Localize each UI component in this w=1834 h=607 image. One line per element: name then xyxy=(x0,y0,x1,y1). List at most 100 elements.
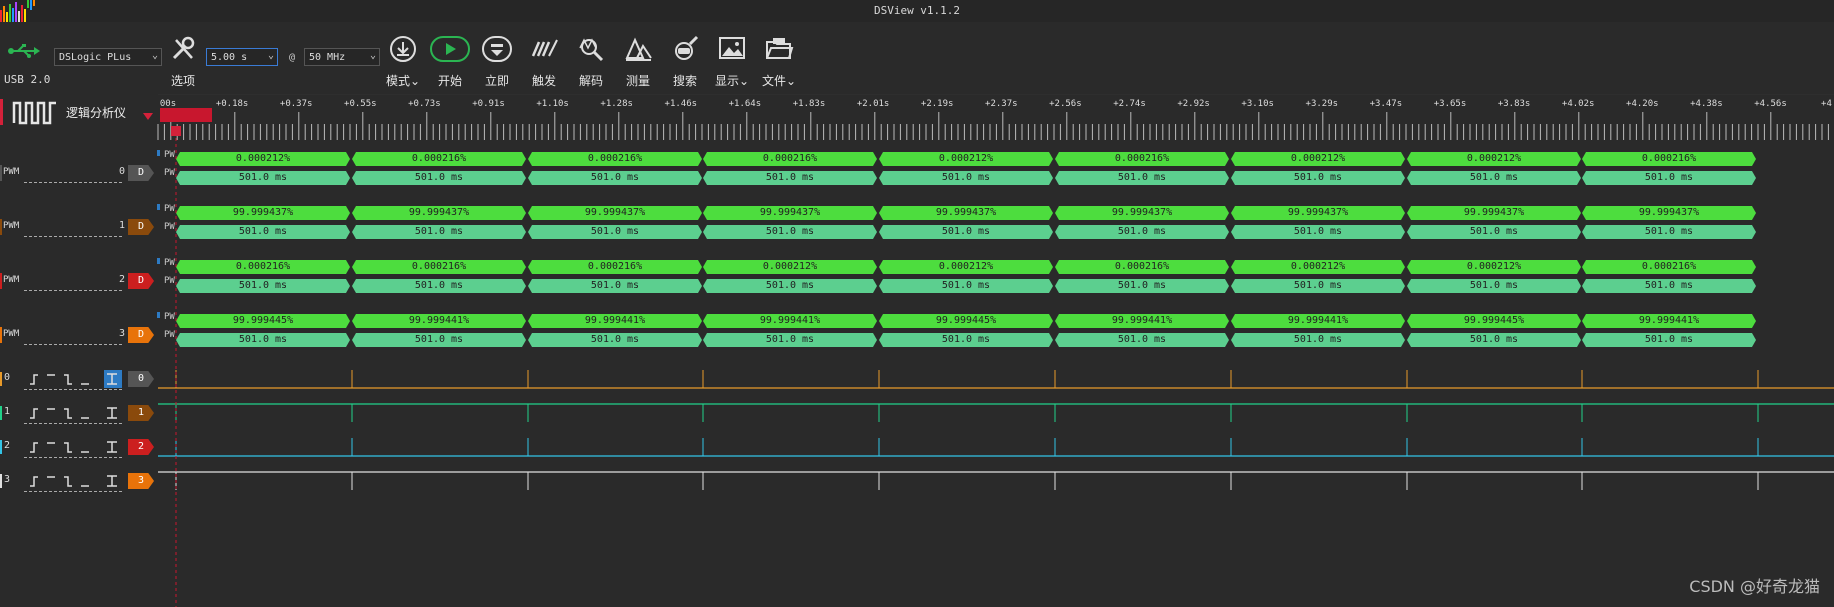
duration-select[interactable]: 5.00 s ⌄ xyxy=(206,48,278,66)
period-segment[interactable]: 501.0 ms xyxy=(879,171,1053,185)
duty-cycle-segment[interactable]: 0.000216% xyxy=(1582,152,1756,166)
duty-cycle-segment[interactable]: 99.999437% xyxy=(1231,206,1405,220)
search-button[interactable]: 搜索 xyxy=(660,30,710,90)
duty-cycle-segment[interactable]: 99.999437% xyxy=(879,206,1053,220)
duty-cycle-segment[interactable]: 99.999437% xyxy=(1582,206,1756,220)
duty-cycle-segment[interactable]: 0.000216% xyxy=(1582,260,1756,274)
period-segment[interactable]: 501.0 ms xyxy=(176,225,350,239)
duty-cycle-segment[interactable]: 99.999437% xyxy=(528,206,702,220)
duty-cycle-segment[interactable]: 99.999441% xyxy=(703,314,877,328)
duty-cycle-segment[interactable]: 0.000212% xyxy=(879,152,1053,166)
options-label: 选项 xyxy=(170,74,195,88)
period-segment[interactable]: 501.0 ms xyxy=(176,171,350,185)
search-label: 搜索 xyxy=(672,74,697,88)
trigger-marker[interactable] xyxy=(160,108,212,122)
period-segment[interactable]: 501.0 ms xyxy=(1231,171,1405,185)
duty-cycle-segment[interactable]: 0.000216% xyxy=(352,152,526,166)
period-segment[interactable]: 501.0 ms xyxy=(176,279,350,293)
duty-cycle-segment[interactable]: 0.000216% xyxy=(1055,152,1229,166)
period-segment[interactable]: 501.0 ms xyxy=(1231,333,1405,347)
duty-cycle-segment[interactable]: 99.999441% xyxy=(528,314,702,328)
period-segment[interactable]: 501.0 ms xyxy=(1407,171,1581,185)
duty-cycle-segment[interactable]: 0.000212% xyxy=(1231,260,1405,274)
folder-icon xyxy=(766,38,794,59)
decoder-label: PWM xyxy=(3,275,20,285)
period-segment[interactable]: 501.0 ms xyxy=(528,279,702,293)
decoder-index: 2 xyxy=(119,274,126,285)
duty-cycle-segment[interactable]: 0.000212% xyxy=(879,260,1053,274)
trigger-button[interactable]: 触发 xyxy=(519,30,569,90)
duty-cycle-segment[interactable]: 0.000212% xyxy=(176,152,350,166)
duty-cycle-segment[interactable]: 99.999437% xyxy=(1055,206,1229,220)
period-segment[interactable]: 501.0 ms xyxy=(1231,225,1405,239)
duty-cycle-segment[interactable]: 99.999437% xyxy=(1407,206,1581,220)
decode-button[interactable]: 解码 xyxy=(566,30,616,90)
duty-cycle-segment[interactable]: 99.999441% xyxy=(1582,314,1756,328)
decoder-color-bar xyxy=(0,273,2,289)
file-button[interactable]: 文件⌄ xyxy=(754,30,804,90)
decoder-row-label: PW xyxy=(164,168,175,178)
period-segment[interactable]: 501.0 ms xyxy=(879,333,1053,347)
period-segment[interactable]: 501.0 ms xyxy=(879,225,1053,239)
duty-cycle-segment[interactable]: 99.999441% xyxy=(1231,314,1405,328)
period-segment[interactable]: 501.0 ms xyxy=(703,279,877,293)
usb-status-label: USB 2.0 xyxy=(4,73,51,86)
period-segment[interactable]: 501.0 ms xyxy=(1055,279,1229,293)
duty-cycle-segment[interactable]: 99.999437% xyxy=(352,206,526,220)
duty-cycle-segment[interactable]: 99.999445% xyxy=(879,314,1053,328)
period-segment[interactable]: 501.0 ms xyxy=(528,171,702,185)
period-segment[interactable]: 501.0 ms xyxy=(1055,333,1229,347)
duty-cycle-segment[interactable]: 99.999437% xyxy=(176,206,350,220)
period-segment[interactable]: 501.0 ms xyxy=(879,279,1053,293)
instant-button[interactable]: 立即 xyxy=(472,30,522,90)
duty-cycle-segment[interactable]: 0.000216% xyxy=(352,260,526,274)
channel-index: 2 xyxy=(4,440,11,451)
decoder-color-bar xyxy=(0,219,2,235)
duty-cycle-segment[interactable]: 0.000212% xyxy=(1407,152,1581,166)
duty-cycle-segment[interactable]: 0.000216% xyxy=(528,152,702,166)
period-segment[interactable]: 501.0 ms xyxy=(1582,279,1756,293)
duty-cycle-segment[interactable]: 99.999445% xyxy=(176,314,350,328)
duty-cycle-segment[interactable]: 99.999437% xyxy=(703,206,877,220)
period-segment[interactable]: 501.0 ms xyxy=(1055,171,1229,185)
duty-cycle-segment[interactable]: 99.999445% xyxy=(1407,314,1581,328)
channel-dash xyxy=(24,423,122,424)
duty-cycle-segment[interactable]: 0.000216% xyxy=(1055,260,1229,274)
period-segment[interactable]: 501.0 ms xyxy=(703,333,877,347)
samplerate-select[interactable]: 50 MHz ⌄ xyxy=(304,48,380,66)
duty-cycle-segment[interactable]: 0.000216% xyxy=(703,152,877,166)
period-segment[interactable]: 501.0 ms xyxy=(176,333,350,347)
period-segment[interactable]: 501.0 ms xyxy=(352,171,526,185)
period-segment[interactable]: 501.0 ms xyxy=(1582,171,1756,185)
period-segment[interactable]: 501.0 ms xyxy=(528,333,702,347)
period-segment[interactable]: 501.0 ms xyxy=(1407,333,1581,347)
duty-cycle-segment[interactable]: 0.000216% xyxy=(528,260,702,274)
duty-cycle-segment[interactable]: 0.000212% xyxy=(703,260,877,274)
period-segment[interactable]: 501.0 ms xyxy=(703,171,877,185)
period-segment[interactable]: 501.0 ms xyxy=(1407,225,1581,239)
duty-cycle-segment[interactable]: 0.000212% xyxy=(1407,260,1581,274)
duty-cycle-segment[interactable]: 0.000216% xyxy=(176,260,350,274)
period-segment[interactable]: 501.0 ms xyxy=(352,279,526,293)
start-button[interactable]: 开始 xyxy=(425,30,475,90)
duty-cycle-segment[interactable]: 99.999441% xyxy=(352,314,526,328)
duty-cycle-segment[interactable]: 99.999441% xyxy=(1055,314,1229,328)
period-segment[interactable]: 501.0 ms xyxy=(352,333,526,347)
device-select[interactable]: DSLogic PLus ⌄ xyxy=(54,48,162,66)
period-segment[interactable]: 501.0 ms xyxy=(703,225,877,239)
display-button[interactable]: 显示⌄ xyxy=(707,30,757,90)
mode-button[interactable]: 模式⌄ xyxy=(378,30,428,90)
period-segment[interactable]: 501.0 ms xyxy=(1055,225,1229,239)
period-segment[interactable]: 501.0 ms xyxy=(528,225,702,239)
period-segment[interactable]: 501.0 ms xyxy=(352,225,526,239)
period-segment[interactable]: 501.0 ms xyxy=(1582,333,1756,347)
period-segment[interactable]: 501.0 ms xyxy=(1231,279,1405,293)
period-segment[interactable]: 501.0 ms xyxy=(1407,279,1581,293)
trigger-icon xyxy=(531,39,558,57)
options-button[interactable]: 选项 xyxy=(158,30,208,90)
usb-icon xyxy=(8,44,40,58)
channel-dash xyxy=(24,457,122,458)
duty-cycle-segment[interactable]: 0.000212% xyxy=(1231,152,1405,166)
measure-button[interactable]: 测量 xyxy=(613,30,663,90)
period-segment[interactable]: 501.0 ms xyxy=(1582,225,1756,239)
